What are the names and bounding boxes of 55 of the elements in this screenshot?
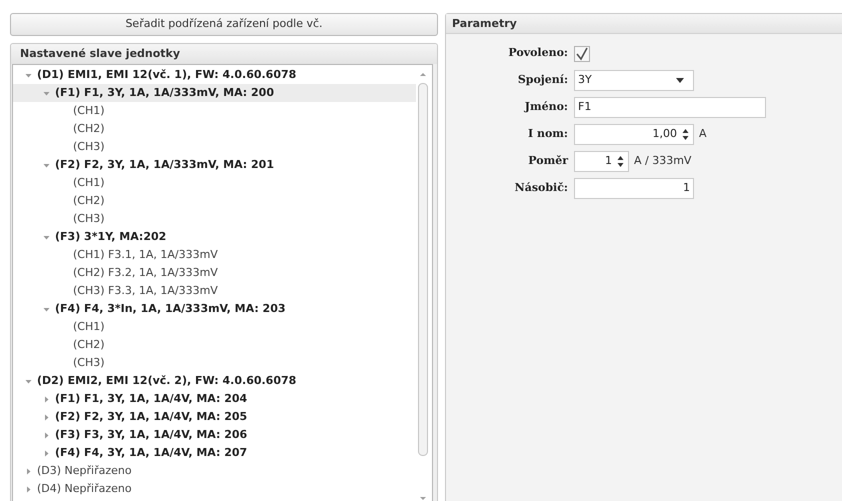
expand-arrow-icon[interactable]: [42, 432, 50, 438]
unit-label: A: [699, 126, 707, 142]
caret-icon: [676, 78, 684, 83]
tree-item[interactable]: (CH2): [73, 120, 109, 138]
number-field[interactable]: 1: [574, 178, 694, 199]
tree-item[interactable]: (CH3) F3.3, 1A, 1A/333mV: [73, 282, 222, 300]
field-label: Spojení:: [516, 72, 569, 88]
expand-arrow-icon[interactable]: [24, 468, 32, 474]
tree-item[interactable]: (CH2) F3.2, 1A, 1A/333mV: [73, 264, 222, 282]
field-label: Jméno:: [523, 99, 569, 116]
tree-item[interactable]: (CH3): [73, 354, 109, 372]
tree-item[interactable]: (CH1): [73, 102, 109, 120]
tree-item[interactable]: (F4) F4, 3*In, 1A, 1A/333mV, MA: 203: [55, 300, 290, 318]
tree-item[interactable]: (CH1) F3.1, 1A, 1A/333mV: [73, 246, 222, 264]
tree-item[interactable]: (F1) F1, 3Y, 1A, 1A/4V, MA: 204: [55, 390, 252, 408]
tree-item[interactable]: (CH3): [73, 138, 109, 156]
unit-label: A / 333mV: [634, 153, 692, 170]
tree-item[interactable]: (D1) EMI1, EMI 12(vč. 1), FW: 4.0.60.6078: [37, 66, 300, 84]
tree-item[interactable]: (D3) Nepřiřazeno: [37, 462, 136, 480]
collapse-arrow-icon[interactable]: [42, 90, 50, 96]
tree-item[interactable]: (F4) F4, 3Y, 1A, 1A/4V, MA: 207: [55, 444, 252, 462]
expand-arrow-icon[interactable]: [42, 396, 50, 402]
text-field[interactable]: F1: [574, 97, 766, 118]
collapse-arrow-icon[interactable]: [42, 306, 50, 312]
field-label: Násobič:: [514, 180, 569, 196]
panel-title: Parametry: [446, 14, 842, 33]
spinner-arrows-icon[interactable]: [682, 128, 689, 141]
field-label: Poměr: [527, 153, 570, 170]
tree-item[interactable]: (D2) EMI2, EMI 12(vč. 2), FW: 4.0.60.6078: [37, 372, 300, 390]
field-label: Povoleno:: [507, 45, 569, 62]
tree-item[interactable]: (F2) F2, 3Y, 1A, 1A/4V, MA: 205: [55, 408, 252, 426]
panel-title: Nastavené slave jednotky: [11, 44, 437, 64]
expand-arrow-icon[interactable]: [42, 450, 50, 456]
tree-item[interactable]: (CH1): [73, 174, 109, 192]
collapse-arrow-icon[interactable]: [24, 72, 32, 78]
checkbox[interactable]: [574, 46, 590, 62]
collapse-arrow-icon[interactable]: [42, 234, 50, 240]
tree-item[interactable]: (F2) F2, 3Y, 1A, 1A/333mV, MA: 201: [55, 156, 278, 174]
spinner-arrows-icon[interactable]: [617, 155, 624, 168]
dropdown[interactable]: 3Y: [574, 70, 694, 91]
collapse-arrow-icon[interactable]: [24, 378, 32, 384]
expand-arrow-icon[interactable]: [42, 414, 50, 420]
tree-item[interactable]: (D4) Nepřiřazeno: [37, 480, 136, 498]
spinner-field[interactable]: 1: [574, 151, 629, 172]
spinner-field[interactable]: 1,00: [574, 124, 694, 145]
field-label: I nom:: [526, 126, 569, 142]
tree-item[interactable]: (CH1): [73, 318, 109, 336]
collapse-arrow-icon[interactable]: [42, 162, 50, 168]
tree-item[interactable]: (CH3): [73, 210, 109, 228]
tree-item[interactable]: (F3) 3*1Y, MA:202: [55, 228, 170, 246]
expand-arrow-icon[interactable]: [24, 486, 32, 492]
sort-button[interactable]: Seřadit podřízená zařízení podle vč.: [10, 13, 438, 36]
tree-item[interactable]: (F3) F3, 3Y, 1A, 1A/4V, MA: 206: [55, 426, 252, 444]
tree-item[interactable]: (CH2): [73, 336, 109, 354]
tree-item[interactable]: (CH2): [73, 192, 109, 210]
